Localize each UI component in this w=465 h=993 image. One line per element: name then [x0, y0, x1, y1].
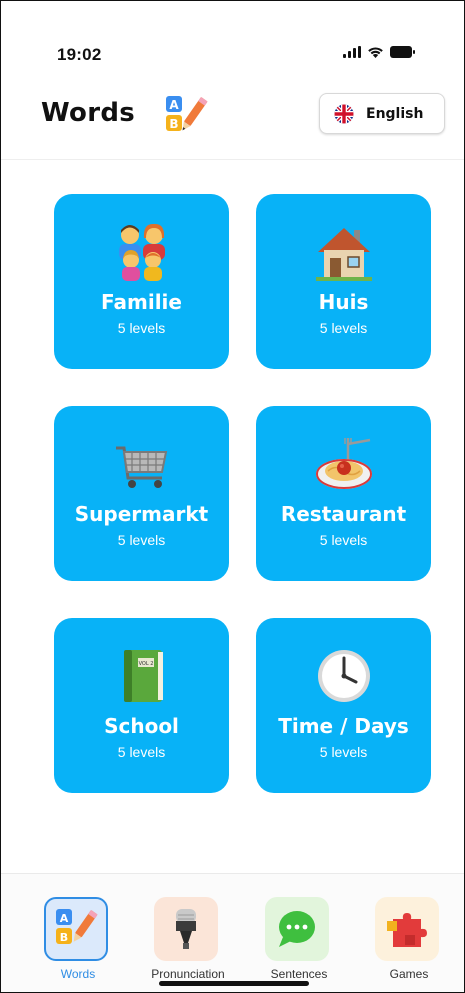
abc-pencil-icon: A B [166, 96, 208, 131]
svg-text:VOL 2: VOL 2 [138, 661, 153, 667]
category-card-familie[interactable]: Familie 5 levels [54, 194, 229, 369]
category-card-supermarkt[interactable]: Supermarkt 5 levels [54, 406, 229, 581]
tab-icon-box: A B [44, 897, 108, 961]
battery-icon [390, 46, 415, 58]
status-time: 19:02 [57, 45, 102, 64]
category-name: School [104, 714, 179, 738]
category-name: Time / Days [278, 714, 409, 738]
tab-sentences[interactable]: Sentences [254, 897, 344, 987]
tab-bar: A B Words Pronunciation Sentences Games [1, 873, 464, 992]
tab-icon-box [265, 897, 329, 961]
app-screen: 19:02 Words A B English Familie 5 levels… [0, 0, 465, 993]
category-card-huis[interactable]: Huis 5 levels [256, 194, 431, 369]
category-name: Familie [101, 290, 182, 314]
clock-icon [317, 650, 370, 702]
speech-bubble-icon [279, 911, 315, 947]
category-card-time-days[interactable]: Time / Days 5 levels [256, 618, 431, 793]
tab-icon-box [375, 897, 439, 961]
category-levels: 5 levels [117, 744, 166, 760]
tab-icon-box [154, 897, 218, 961]
shopping-cart-icon [115, 446, 167, 488]
spaghetti-icon [315, 438, 372, 489]
tab-games[interactable]: Games [364, 897, 454, 987]
house-icon [315, 228, 372, 281]
tab-label: Pronunciation [151, 967, 225, 981]
category-levels: 5 levels [319, 744, 368, 760]
home-indicator [159, 981, 309, 986]
category-card-school[interactable]: VOL 2 School 5 levels [54, 618, 229, 793]
category-name: Restaurant [280, 502, 407, 526]
status-icons [343, 46, 416, 58]
tab-label: Games [389, 967, 429, 981]
microphone-icon [176, 909, 196, 949]
abc-pencil-icon: A B [56, 909, 98, 944]
header: Words A B English [1, 81, 464, 160]
category-card-restaurant[interactable]: Restaurant 5 levels [256, 406, 431, 581]
status-bar: 19:02 [1, 1, 464, 81]
uk-flag-icon [334, 104, 354, 123]
category-levels: 5 levels [117, 532, 166, 548]
tab-label: Sentences [270, 967, 328, 981]
page-title: Words [41, 98, 136, 128]
category-levels: 5 levels [319, 532, 368, 548]
category-levels: 5 levels [319, 320, 368, 336]
language-label: English [366, 105, 424, 122]
category-levels: 5 levels [117, 320, 166, 336]
category-name: Supermarkt [74, 502, 209, 526]
tab-pronunciation[interactable]: Pronunciation [143, 897, 233, 987]
wifi-icon [368, 47, 383, 58]
language-button[interactable]: English [319, 93, 445, 134]
book-icon: VOL 2 [123, 650, 163, 702]
tab-label: Words [60, 967, 96, 981]
svg-text:A: A [60, 912, 69, 925]
signal-icon [343, 46, 361, 58]
svg-text:B: B [60, 931, 68, 944]
tab-words[interactable]: A B Words [33, 897, 123, 987]
puzzle-piece-icon [387, 913, 427, 947]
svg-text:A: A [169, 98, 179, 112]
family-icon [118, 223, 165, 281]
svg-text:B: B [169, 117, 178, 131]
category-name: Huis [318, 290, 369, 314]
